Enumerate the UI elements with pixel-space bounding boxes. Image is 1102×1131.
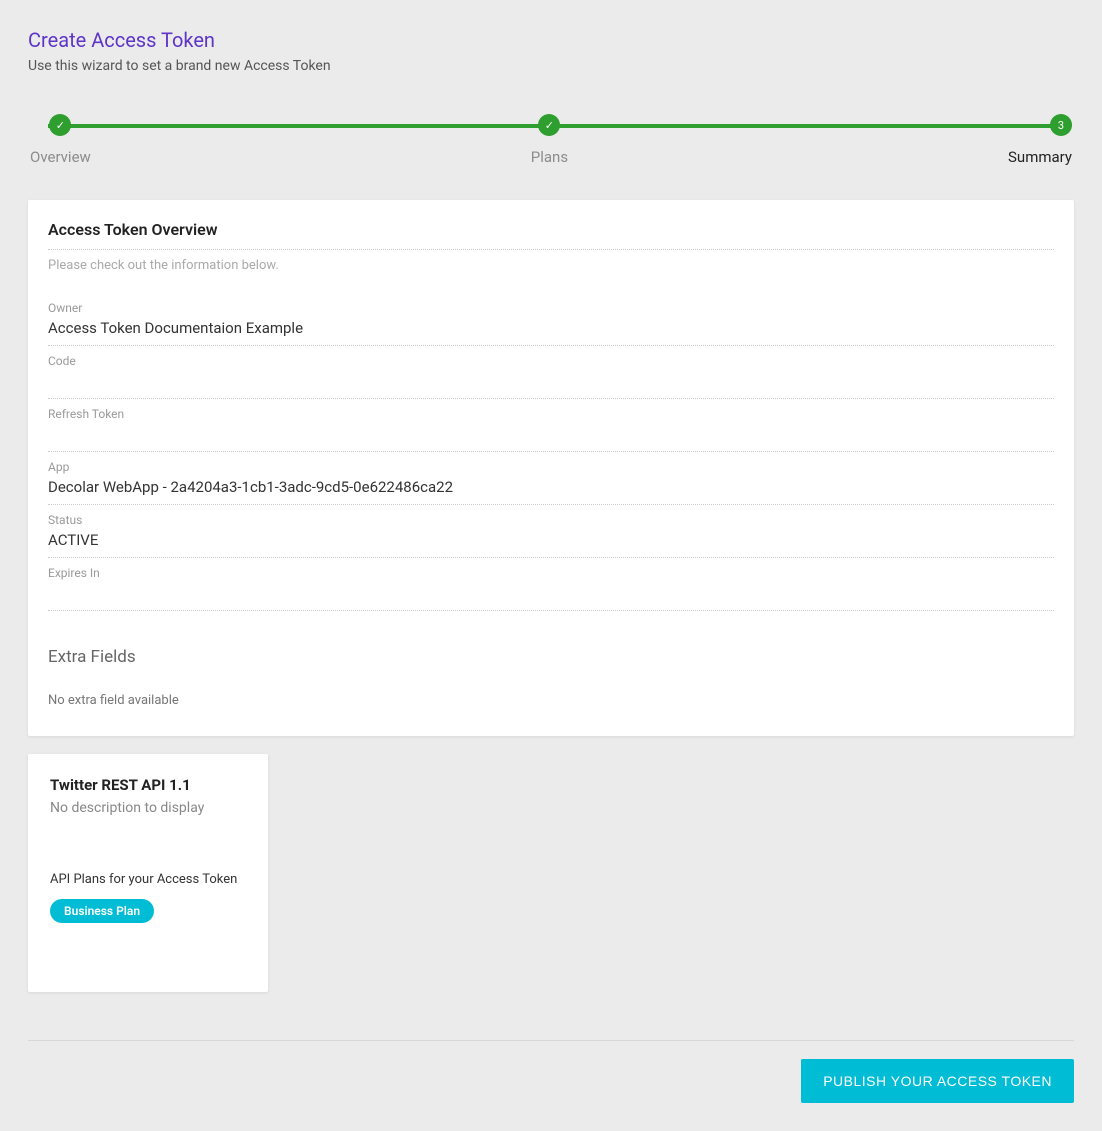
step-overview[interactable]: Overview bbox=[30, 114, 91, 166]
field-app: App Decolar WebApp - 2a4204a3-1cb1-3adc-… bbox=[48, 452, 1054, 505]
field-value: Access Token Documentaion Example bbox=[48, 319, 1054, 339]
field-label: Status bbox=[48, 513, 1054, 527]
field-value: Decolar WebApp - 2a4204a3-1cb1-3adc-9cd5… bbox=[48, 478, 1054, 498]
api-card-title: Twitter REST API 1.1 bbox=[50, 776, 246, 794]
field-value bbox=[48, 584, 1054, 604]
field-label: App bbox=[48, 460, 1054, 474]
field-label: Refresh Token bbox=[48, 407, 1054, 421]
field-value bbox=[48, 372, 1054, 392]
field-label: Owner bbox=[48, 301, 1054, 315]
overview-card: Access Token Overview Please check out t… bbox=[28, 200, 1074, 736]
step-number-icon: 3 bbox=[1050, 114, 1072, 136]
extra-fields-title: Extra Fields bbox=[48, 647, 1054, 667]
step-label: Plans bbox=[531, 148, 568, 166]
footer: PUBLISH YOUR ACCESS TOKEN bbox=[28, 1040, 1074, 1103]
field-label: Code bbox=[48, 354, 1054, 368]
field-expires-in: Expires In bbox=[48, 558, 1054, 611]
extra-fields-empty: No extra field available bbox=[48, 693, 1054, 708]
stepper: Overview Plans 3 Summary bbox=[28, 114, 1074, 166]
field-value: ACTIVE bbox=[48, 531, 1054, 551]
api-plans-label: API Plans for your Access Token bbox=[50, 872, 246, 887]
check-icon bbox=[538, 114, 560, 136]
field-refresh-token: Refresh Token bbox=[48, 399, 1054, 452]
field-status: Status ACTIVE bbox=[48, 505, 1054, 558]
step-plans[interactable]: Plans bbox=[531, 114, 568, 166]
card-title: Access Token Overview bbox=[48, 220, 1054, 250]
field-owner: Owner Access Token Documentaion Example bbox=[48, 293, 1054, 346]
plan-badge: Business Plan bbox=[50, 899, 154, 923]
card-caption: Please check out the information below. bbox=[48, 258, 1054, 273]
step-label: Summary bbox=[1008, 148, 1072, 166]
api-card-description: No description to display bbox=[50, 800, 246, 816]
api-card: Twitter REST API 1.1 No description to d… bbox=[28, 754, 268, 992]
page-title: Create Access Token bbox=[28, 28, 1074, 52]
field-label: Expires In bbox=[48, 566, 1054, 580]
step-label: Overview bbox=[30, 148, 91, 166]
field-code: Code bbox=[48, 346, 1054, 399]
field-value bbox=[48, 425, 1054, 445]
check-icon bbox=[49, 114, 71, 136]
page-subtitle: Use this wizard to set a brand new Acces… bbox=[28, 58, 1074, 74]
publish-button[interactable]: PUBLISH YOUR ACCESS TOKEN bbox=[801, 1059, 1074, 1103]
step-summary[interactable]: 3 Summary bbox=[1008, 114, 1072, 166]
